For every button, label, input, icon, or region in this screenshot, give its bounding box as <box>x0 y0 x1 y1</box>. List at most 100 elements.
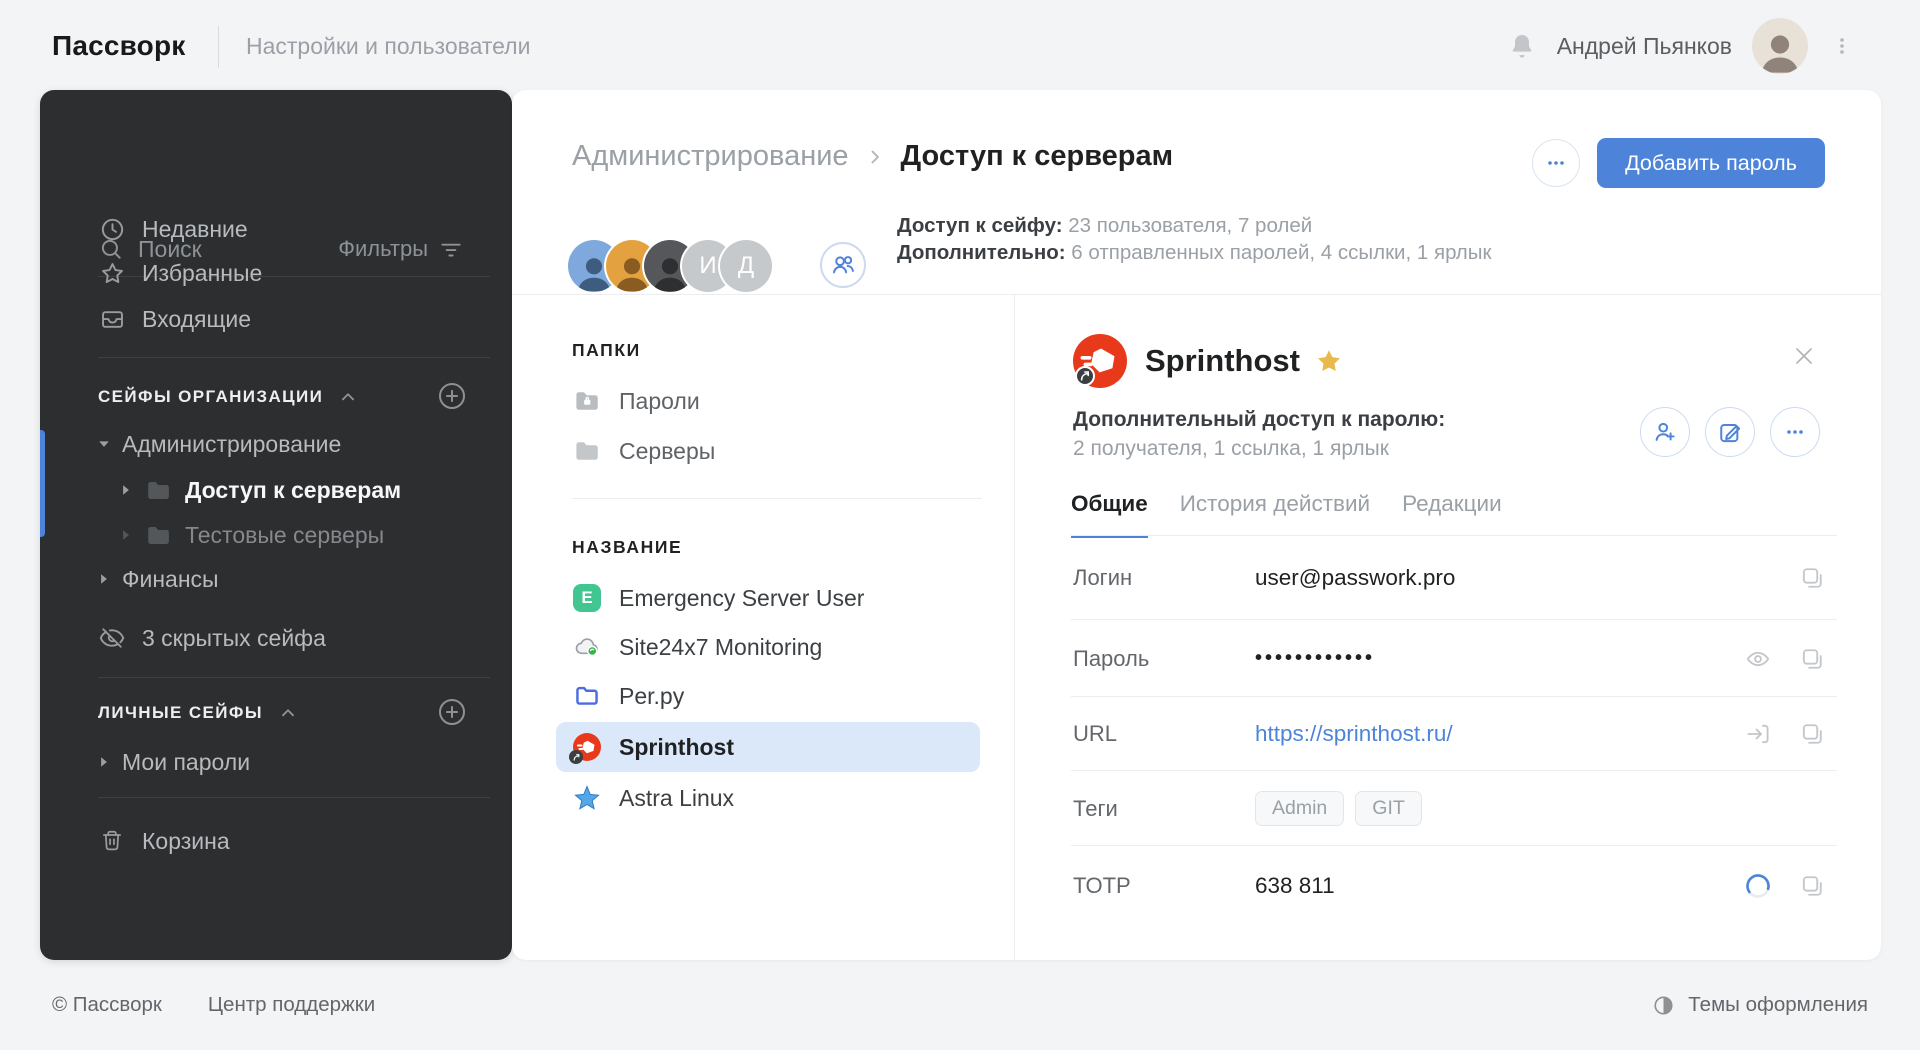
caret-right-icon[interactable] <box>120 484 132 496</box>
sidebar-item-recent[interactable]: Недавние <box>40 206 512 252</box>
current-user-name[interactable]: Андрей Пьянков <box>1557 33 1732 60</box>
open-link-icon[interactable] <box>1744 720 1772 748</box>
sidebar-vault-administration[interactable]: Администрирование <box>40 421 512 467</box>
field-row-url: URL https://sprinthost.ru/ <box>1015 697 1881 771</box>
edit-icon <box>1716 418 1744 446</box>
field-label: Теги <box>1073 796 1255 822</box>
sidebar-folder-test-servers[interactable]: Тестовые серверы <box>40 512 512 558</box>
details-tabs: Общие История действий Редакции <box>1071 491 1502 538</box>
vault-extra-line: Дополнительно: 6 отправленных паролей, 4… <box>897 239 1491 266</box>
favorite-star-icon[interactable] <box>1315 347 1343 375</box>
folders-title: ПАПКИ <box>572 340 641 361</box>
star-icon <box>98 260 126 287</box>
extra-access-label: Дополнительный доступ к паролю: <box>1073 408 1445 432</box>
badge-letter: E <box>581 588 592 608</box>
avatar-initials[interactable]: Д <box>720 240 772 292</box>
edit-password-button[interactable] <box>1705 407 1755 457</box>
sidebar-vault-my-passwords[interactable]: Мои пароли <box>40 739 512 785</box>
url-link[interactable]: https://sprinthost.ru/ <box>1255 721 1453 747</box>
passwork-app: Пассворк Настройки и пользователи Андрей… <box>0 0 1920 1050</box>
sidebar-divider <box>98 357 490 358</box>
folder-icon <box>144 521 173 550</box>
sidebar-folder-server-access[interactable]: Доступ к серверам <box>40 467 512 513</box>
breadcrumb-current: Доступ к серверам <box>901 140 1174 173</box>
field-row-login: Логин user@passwork.pro <box>1015 536 1881 620</box>
password-row-emergency[interactable]: E Emergency Server User <box>556 573 980 623</box>
caret-down-icon[interactable] <box>98 438 110 450</box>
access-label: Доступ к сейфу: <box>897 214 1063 237</box>
topbar-menu-icon[interactable] <box>1828 32 1856 60</box>
password-name: Astra Linux <box>619 785 734 812</box>
folder-lock-icon <box>572 386 602 416</box>
folder-name: Серверы <box>619 438 715 465</box>
themes-label: Темы оформления <box>1688 993 1868 1017</box>
members-group-button[interactable] <box>820 242 866 288</box>
add-org-safe-button[interactable] <box>436 380 468 412</box>
sidebar-item-label: Администрирование <box>122 431 341 458</box>
password-row-site24x7[interactable]: Site24x7 Monitoring <box>556 622 980 672</box>
sidebar-item-inbox[interactable]: Входящие <box>40 296 512 342</box>
add-personal-safe-button[interactable] <box>436 696 468 728</box>
field-label: Пароль <box>1073 646 1255 672</box>
share-access-button[interactable] <box>1640 407 1690 457</box>
tab-general[interactable]: Общие <box>1071 491 1148 538</box>
caret-right-icon[interactable] <box>120 529 132 541</box>
sprinthost-logo-icon <box>572 733 602 761</box>
copy-icon[interactable] <box>1798 872 1826 900</box>
field-label: URL <box>1073 721 1255 747</box>
tag-chip[interactable]: Admin <box>1255 791 1344 826</box>
chevron-right-icon <box>865 147 885 167</box>
notifications-bell-icon[interactable] <box>1507 31 1537 61</box>
topbar-nav-settings[interactable]: Настройки и пользователи <box>246 33 530 60</box>
topbar-right: Андрей Пьянков <box>1507 0 1856 92</box>
sidebar-vault-finance[interactable]: Финансы <box>40 556 512 602</box>
sidebar-item-favorites[interactable]: Избранные <box>40 250 512 296</box>
clock-icon <box>98 216 126 243</box>
password-row-sprinthost[interactable]: Sprinthost <box>556 722 980 772</box>
password-row-astra[interactable]: Astra Linux <box>556 773 980 823</box>
field-row-password: Пароль •••••••••••• <box>1015 620 1881 697</box>
folder-row-servers[interactable]: Серверы <box>556 426 980 476</box>
sidebar-item-label: Тестовые серверы <box>185 522 384 549</box>
sidebar-item-label: Финансы <box>122 566 219 593</box>
topbar: Пассворк Настройки и пользователи Андрей… <box>0 0 1920 92</box>
password-row-perpy[interactable]: Per.py <box>556 671 980 721</box>
themes-button[interactable]: Темы оформления <box>1652 993 1868 1017</box>
password-more-button[interactable] <box>1770 407 1820 457</box>
sprinthost-logo-large <box>1073 334 1127 388</box>
tag-chip[interactable]: GIT <box>1355 791 1422 826</box>
people-icon <box>829 251 857 279</box>
sidebar-hidden-safes[interactable]: 3 скрытых сейфа <box>40 615 512 661</box>
vault-stats: Доступ к сейфу: 23 пользователя, 7 ролей… <box>897 212 1491 266</box>
totp-timer-icon <box>1744 872 1772 900</box>
folder-icon <box>572 436 602 466</box>
sidebar-item-label: Входящие <box>142 306 251 333</box>
copy-icon[interactable] <box>1798 645 1826 673</box>
tab-history[interactable]: История действий <box>1180 491 1370 538</box>
chevron-up-icon <box>337 386 359 408</box>
close-icon[interactable] <box>1791 343 1817 369</box>
add-password-button[interactable]: Добавить пароль <box>1597 138 1825 188</box>
extra-value: 6 отправленных паролей, 4 ссылки, 1 ярлы… <box>1071 241 1491 264</box>
app-logo[interactable]: Пассворк <box>52 30 186 62</box>
folder-row-passwords[interactable]: Пароли <box>556 376 980 426</box>
footer-support-link[interactable]: Центр поддержки <box>208 993 375 1017</box>
tab-revisions[interactable]: Редакции <box>1402 491 1502 538</box>
breadcrumb-parent[interactable]: Администрирование <box>572 140 849 173</box>
caret-right-icon[interactable] <box>98 756 110 768</box>
password-value-masked: •••••••••••• <box>1255 647 1375 670</box>
user-avatar[interactable] <box>1752 18 1808 74</box>
sidebar-item-trash[interactable]: Корзина <box>40 818 512 864</box>
footer-left: © Пассворк Центр поддержки <box>52 993 375 1017</box>
password-name: Site24x7 Monitoring <box>619 634 822 661</box>
star-blue-icon <box>572 784 602 812</box>
copy-icon[interactable] <box>1798 720 1826 748</box>
sidebar-divider <box>98 797 490 798</box>
sidebar-divider <box>98 677 490 678</box>
extra-access-value: 2 получателя, 1 ссылка, 1 ярлык <box>1073 437 1389 461</box>
cloud-icon <box>572 632 602 662</box>
caret-right-icon[interactable] <box>98 573 110 585</box>
vault-more-button[interactable] <box>1532 139 1580 187</box>
show-password-eye-icon[interactable] <box>1744 645 1772 673</box>
copy-icon[interactable] <box>1798 564 1826 592</box>
